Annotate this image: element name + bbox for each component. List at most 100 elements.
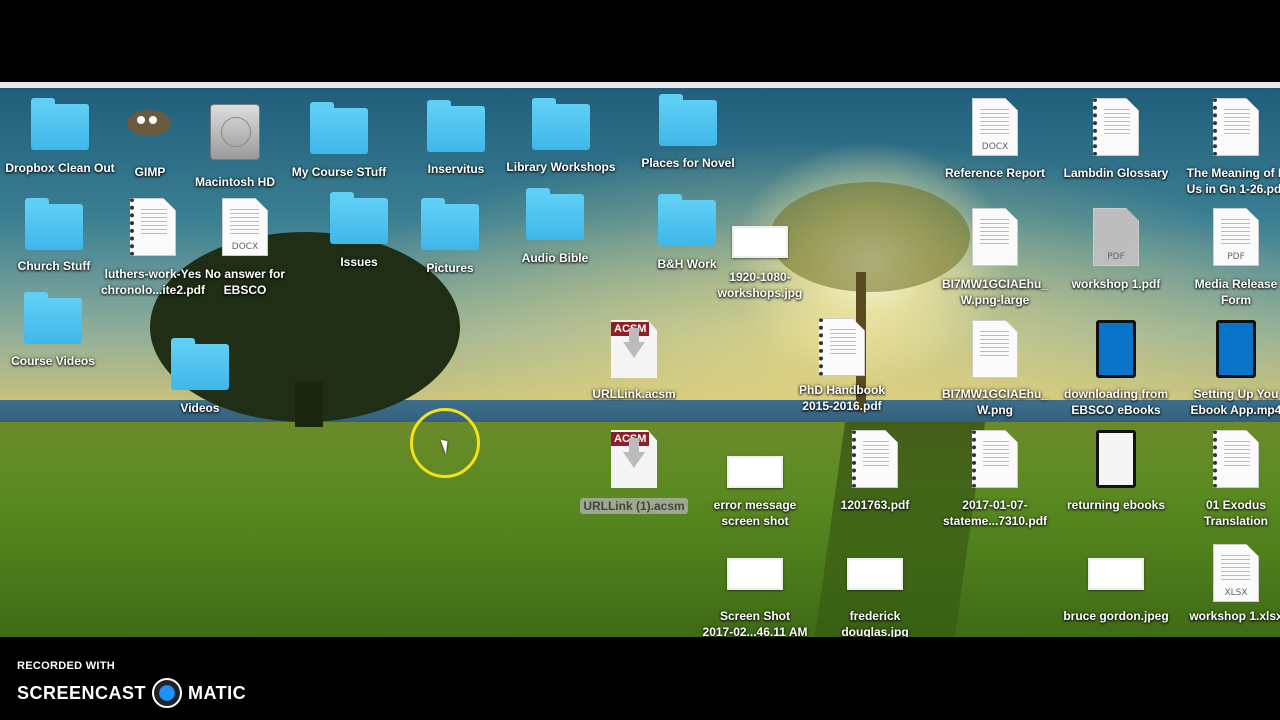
desktop-item[interactable]: ACSM URLLink (1).acsm: [574, 430, 694, 514]
desktop-item[interactable]: 01 Exodus Translation: [1176, 430, 1280, 528]
item-label[interactable]: 01 Exodus: [1176, 497, 1280, 513]
item-label[interactable]: Screen Shot: [695, 608, 815, 624]
item-label[interactable]: Library Workshops: [501, 159, 621, 175]
watermark-brand-right: MATIC: [188, 682, 247, 703]
desktop-item[interactable]: BI7MW1GCIAEhu_ W.png: [935, 320, 1055, 417]
document-lines: [1221, 555, 1250, 583]
desktop-item[interactable]: DOCX No answer for EBSCO: [185, 198, 305, 297]
item-label[interactable]: 1201763.pdf: [815, 497, 935, 513]
item-label[interactable]: Translation: [1176, 513, 1280, 529]
desktop-item[interactable]: My Course STuff: [279, 102, 399, 179]
item-label-group: Pictures: [390, 260, 510, 276]
item-label[interactable]: Form: [1176, 292, 1280, 308]
desktop-item[interactable]: frederick douglas.jpg: [815, 544, 935, 637]
desktop-item[interactable]: Setting Up You Ebook App.mp4: [1176, 320, 1280, 417]
item-label-group: Setting Up You Ebook App.mp4: [1176, 386, 1280, 418]
document-lines: [1221, 219, 1250, 247]
file-type-badge: DOCX: [231, 242, 259, 252]
image-thumbnail-icon: [727, 558, 783, 590]
item-label[interactable]: Course Videos: [0, 353, 113, 369]
item-label[interactable]: stateme...7310.pdf: [935, 513, 1055, 529]
item-label[interactable]: EBSCO eBooks: [1056, 402, 1176, 418]
item-label[interactable]: frederick: [815, 608, 935, 624]
item-label[interactable]: Ebook App.mp4: [1176, 402, 1280, 418]
item-label[interactable]: Media Release: [1176, 276, 1280, 292]
desktop-item[interactable]: ACSM URLLink.acsm: [574, 320, 694, 401]
item-label[interactable]: My Course STuff: [279, 164, 399, 180]
item-label[interactable]: W.png: [935, 402, 1055, 418]
item-label[interactable]: douglas.jpg: [815, 624, 935, 637]
item-label[interactable]: Places for Novel: [628, 155, 748, 171]
item-label[interactable]: workshops.jpg: [700, 285, 820, 301]
desktop-item[interactable]: Lambdin Glossary: [1056, 98, 1176, 180]
item-label[interactable]: workshop 1.pdf: [1056, 276, 1176, 292]
desktop-item[interactable]: Macintosh HD: [175, 104, 295, 189]
item-label[interactable]: workshop 1.xlsx: [1176, 608, 1280, 624]
item-label[interactable]: downloading from: [1056, 386, 1176, 402]
item-label[interactable]: PhD Handbook: [782, 382, 902, 398]
item-label[interactable]: Inservitus: [396, 161, 516, 177]
acsm-file-icon: ACSM: [611, 430, 657, 488]
desktop-item[interactable]: PDF Media Release Form: [1176, 208, 1280, 307]
item-label[interactable]: Reference Report: [935, 165, 1055, 181]
folder-icon: [659, 94, 717, 146]
desktop-item[interactable]: downloading from EBSCO eBooks: [1056, 320, 1176, 417]
item-label[interactable]: 1920-1080-: [700, 269, 820, 285]
item-label[interactable]: 2017-01-07-: [935, 497, 1055, 513]
item-label[interactable]: Videos: [140, 400, 260, 416]
item-label[interactable]: Pictures: [390, 260, 510, 276]
desktop-item[interactable]: PhD Handbook 2015-2016.pdf: [782, 318, 902, 413]
item-label[interactable]: URLLink.acsm: [574, 386, 694, 402]
item-label[interactable]: The Meaning of L: [1176, 165, 1280, 181]
desktop-item[interactable]: 1920-1080- workshops.jpg: [700, 212, 820, 300]
item-label[interactable]: Setting Up You: [1176, 386, 1280, 402]
folder-icon: [31, 98, 89, 150]
file-type-badge: PDF: [1107, 252, 1125, 262]
item-label[interactable]: BI7MW1GCIAEhu_: [935, 276, 1055, 292]
menu-bar[interactable]: [0, 82, 1280, 88]
desktop-item[interactable]: Pictures: [390, 198, 510, 275]
item-label[interactable]: No answer for: [185, 266, 305, 282]
desktop-item[interactable]: bruce gordon.jpeg: [1056, 544, 1176, 623]
desktop-item[interactable]: DOCX Reference Report: [935, 98, 1055, 180]
item-label[interactable]: Macintosh HD: [175, 174, 295, 190]
item-label[interactable]: Audio Bible: [495, 250, 615, 266]
desktop-item[interactable]: The Meaning of L Us in Gn 1-26.pdf: [1176, 98, 1280, 196]
file-type-badge: XLSX: [1224, 588, 1248, 598]
folder-icon: [310, 102, 368, 154]
item-label[interactable]: BI7MW1GCIAEhu_: [935, 386, 1055, 402]
item-label[interactable]: Lambdin Glossary: [1056, 165, 1176, 181]
document-lines: [830, 329, 856, 357]
desktop-item[interactable]: Places for Novel: [628, 94, 748, 170]
item-label[interactable]: Us in Gn 1-26.pdf: [1176, 181, 1280, 197]
wallpaper-tree-trunk: [295, 382, 323, 427]
desktop-item[interactable]: XLSX workshop 1.xlsx: [1176, 544, 1280, 623]
desktop-item[interactable]: 2017-01-07- stateme...7310.pdf: [935, 430, 1055, 528]
item-label[interactable]: returning ebooks: [1056, 497, 1176, 513]
item-label[interactable]: error message: [695, 497, 815, 513]
desktop-item[interactable]: Course Videos: [0, 292, 113, 368]
item-label[interactable]: screen shot: [695, 513, 815, 529]
item-label[interactable]: URLLink (1).acsm: [580, 498, 688, 514]
item-label[interactable]: 2017-02...46.11 AM: [695, 624, 815, 637]
folder-icon: [421, 198, 479, 250]
document-lines: [980, 331, 1009, 359]
desktop-item[interactable]: error message screen shot: [695, 442, 815, 528]
desktop-item[interactable]: Screen Shot 2017-02...46.11 AM: [695, 544, 815, 637]
item-label[interactable]: bruce gordon.jpeg: [1056, 608, 1176, 624]
document-lines: [1104, 109, 1130, 137]
desktop-item[interactable]: Library Workshops: [501, 98, 621, 174]
desktop[interactable]: Dropbox Clean Out GIMP Macintosh HD My Cour…: [0, 82, 1280, 637]
desktop-item[interactable]: BI7MW1GCIAEhu_ W.png-large: [935, 208, 1055, 307]
item-label[interactable]: EBSCO: [185, 282, 305, 298]
desktop-item[interactable]: 1201763.pdf: [815, 430, 935, 512]
desktop-item[interactable]: PDF workshop 1.pdf: [1056, 208, 1176, 291]
desktop-item[interactable]: Inservitus: [396, 100, 516, 176]
desktop-item[interactable]: returning ebooks: [1056, 430, 1176, 512]
item-label-group: Audio Bible: [495, 250, 615, 266]
item-label[interactable]: W.png-large: [935, 292, 1055, 308]
desktop-item[interactable]: Videos: [140, 338, 260, 415]
item-label-group: Inservitus: [396, 161, 516, 177]
desktop-item[interactable]: Audio Bible: [495, 188, 615, 265]
item-label[interactable]: 2015-2016.pdf: [782, 398, 902, 414]
